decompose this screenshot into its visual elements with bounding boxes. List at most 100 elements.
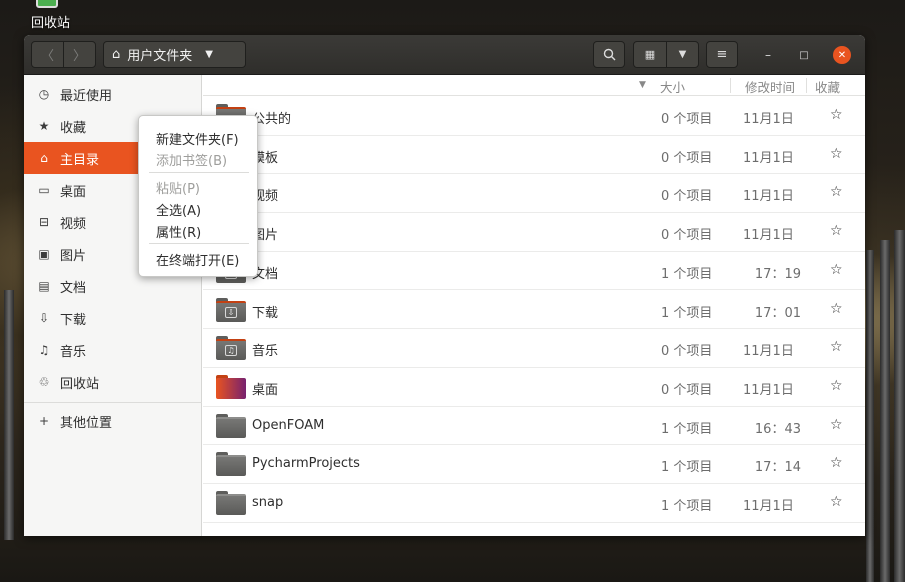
folder-icon (216, 452, 246, 477)
sidebar-item-label: 其他位置 (60, 415, 113, 431)
view-options-button[interactable]: ▼ (666, 41, 699, 68)
chevron-down-icon: ▼ (678, 49, 687, 60)
menu-item-select-all[interactable]: 全选(A) (156, 200, 201, 219)
file-modified: 11月1日 (743, 382, 794, 398)
minimize-button[interactable]: – (759, 46, 777, 64)
sidebar-item-other-locations[interactable]: + 其他位置 (24, 405, 202, 437)
column-divider (806, 78, 807, 93)
file-modified: 11月1日 (743, 112, 794, 127)
folder-icon (216, 491, 246, 515)
menu-item-open-terminal[interactable]: 在终端打开(E) (156, 250, 239, 269)
file-row[interactable]: 桌面 0 个项目 11月1日 ☆ (203, 368, 865, 407)
column-header: ▼ 大小 修改时间 收藏 (203, 75, 865, 96)
star-toggle-icon[interactable]: ☆ (830, 301, 843, 317)
file-name: OpenFOAM (252, 417, 325, 433)
column-starred[interactable]: 收藏 (815, 77, 840, 96)
file-modified: 16：43 (754, 421, 801, 437)
film-icon: ⊟ (38, 215, 50, 229)
file-modified: 11月1日 (743, 499, 794, 514)
close-icon: ✕ (837, 49, 847, 61)
column-size[interactable]: 大小 (660, 77, 685, 96)
file-row[interactable]: ♫ 音乐 0 个项目 11月1日 ☆ (203, 329, 865, 368)
downloads-folder-icon: ⇩ (216, 297, 246, 322)
sidebar-divider (24, 402, 202, 403)
file-row[interactable]: 模板 0 个项目 11月1日 ☆ (203, 136, 865, 175)
file-name: 桌面 (252, 382, 279, 398)
star-toggle-icon[interactable]: ☆ (830, 339, 843, 355)
star-toggle-icon[interactable]: ☆ (830, 146, 843, 162)
star-toggle-icon[interactable]: ☆ (830, 262, 843, 278)
sidebar-item-music[interactable]: ♫ 音乐 (24, 334, 202, 366)
menu-separator (149, 172, 249, 173)
star-toggle-icon[interactable]: ☆ (830, 223, 843, 239)
file-row[interactable]: ⇩ 下载 1 个项目 17：01 ☆ (203, 291, 865, 330)
download-icon: ⇩ (38, 311, 50, 325)
maximize-button[interactable]: □ (795, 46, 813, 64)
sidebar-item-trash[interactable]: ♲ 回收站 (24, 366, 202, 398)
sidebar-item-label: 收藏 (60, 120, 87, 136)
chevron-left-icon: 〈 (40, 49, 54, 64)
star-toggle-icon[interactable]: ☆ (830, 107, 843, 123)
context-menu: 新建文件夹(F) 添加书签(B) 粘贴(P) 全选(A) 属性(R) 在终端打开… (138, 115, 258, 277)
sidebar-item-label: 视频 (60, 216, 87, 232)
file-name: 音乐 (252, 344, 279, 360)
sidebar-item-label: 最近使用 (60, 88, 113, 104)
file-row[interactable]: OpenFOAM 1 个项目 16：43 ☆ (203, 407, 865, 446)
file-row[interactable]: 图片 0 个项目 11月1日 ☆ (203, 213, 865, 252)
file-row[interactable]: ≡ 文档 1 个项目 17：19 ☆ (203, 252, 865, 291)
image-icon: ▣ (38, 247, 50, 261)
sidebar-item-recent[interactable]: ◷ 最近使用 (24, 78, 202, 110)
minimize-icon: – (765, 48, 771, 62)
star-toggle-icon[interactable]: ☆ (830, 417, 843, 433)
trash-icon (36, 0, 58, 8)
search-button[interactable] (593, 41, 625, 68)
star-icon: ★ (38, 119, 50, 133)
menu-item-add-bookmark: 添加书签(B) (156, 154, 228, 169)
sidebar-item-label: 桌面 (60, 184, 87, 200)
path-bar-button[interactable]: ⌂ 用户文件夹 ▼ (103, 41, 246, 68)
file-row[interactable]: 公共的 0 个项目 11月1日 ☆ (203, 97, 865, 136)
chevron-right-icon: 〉 (72, 49, 86, 64)
file-modified: 11月1日 (743, 344, 794, 360)
column-modified[interactable]: 修改时间 (745, 77, 795, 96)
plus-icon: + (38, 414, 50, 428)
file-row[interactable]: snap 1 个项目 11月1日 ☆ (203, 484, 865, 523)
star-toggle-icon[interactable]: ☆ (830, 455, 843, 471)
file-modified: 17：14 (754, 460, 801, 476)
music-icon: ♫ (38, 343, 50, 357)
menu-item-new-folder[interactable]: 新建文件夹(F) (156, 129, 239, 148)
hamburger-menu-button[interactable]: ≡ (706, 41, 738, 68)
file-modified: 11月1日 (743, 228, 794, 244)
star-toggle-icon[interactable]: ☆ (830, 378, 843, 394)
column-divider (730, 78, 731, 93)
file-list: ▼ 大小 修改时间 收藏 公共的 0 个项目 11月1日 ☆ 模板 0 个项目 … (203, 75, 865, 536)
view-mode-button[interactable]: ▦ (633, 41, 667, 68)
file-modified: 11月1日 (743, 150, 794, 166)
home-icon: ⌂ (40, 151, 48, 165)
file-name: PycharmProjects (252, 456, 360, 472)
desktop-folder-icon (216, 374, 246, 399)
file-size: 1 个项目 (661, 499, 713, 514)
file-modified: 11月1日 (743, 189, 794, 205)
menu-item-properties[interactable]: 属性(R) (156, 222, 201, 241)
file-name: 下载 (252, 305, 279, 321)
file-size: 0 个项目 (661, 228, 713, 244)
desktop-trash-label: 回收站 (31, 16, 71, 31)
back-button[interactable]: 〈 (31, 41, 64, 68)
sidebar-item-label: 文档 (60, 280, 87, 296)
folder-icon (216, 413, 246, 438)
file-name: snap (252, 495, 284, 510)
forward-button[interactable]: 〉 (63, 41, 96, 68)
file-row[interactable]: 视频 0 个项目 11月1日 ☆ (203, 174, 865, 214)
file-size: 0 个项目 (661, 150, 713, 166)
star-toggle-icon[interactable]: ☆ (830, 494, 843, 510)
file-row[interactable]: PycharmProjects 1 个项目 17：14 ☆ (203, 445, 865, 484)
close-button[interactable]: ✕ (833, 46, 851, 64)
file-size: 0 个项目 (661, 189, 713, 205)
search-icon (603, 48, 615, 61)
star-toggle-icon[interactable]: ☆ (830, 184, 843, 200)
sort-indicator-icon: ▼ (639, 80, 646, 90)
sidebar-item-downloads[interactable]: ⇩ 下载 (24, 302, 202, 334)
clock-icon: ◷ (38, 87, 50, 101)
path-label: 用户文件夹 (127, 49, 193, 64)
